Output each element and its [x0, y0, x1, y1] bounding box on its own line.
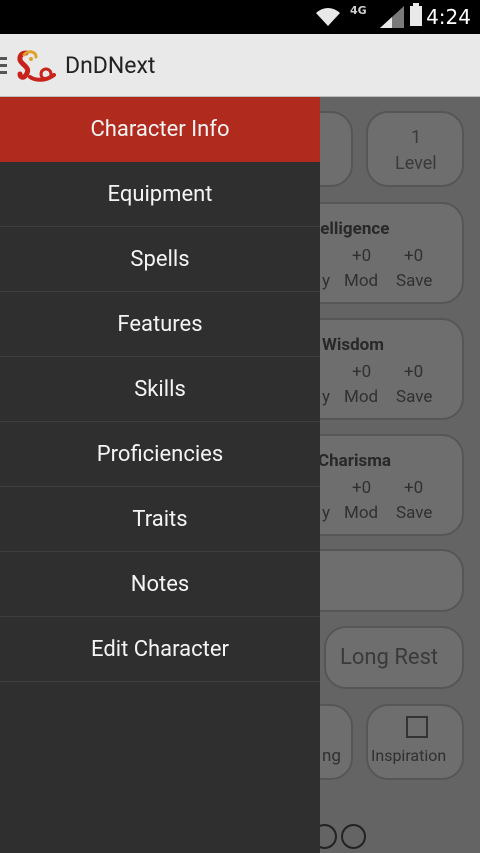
navigation-drawer: Character Info Equipment Spells Features…	[0, 97, 320, 853]
long-rest-label: Long Rest	[340, 645, 439, 670]
long-rest-button[interactable]: Long Rest	[324, 626, 464, 689]
app-title: DnDNext	[65, 52, 156, 79]
stat-save-label: Save	[396, 503, 433, 523]
status-time: 4:24	[426, 5, 471, 29]
drawer-item-features[interactable]: Features	[0, 292, 320, 357]
stat-name: Wisdom	[322, 335, 384, 355]
drawer-item-edit-character[interactable]: Edit Character	[0, 617, 320, 682]
signal-icon	[380, 6, 404, 28]
stat-mod-value: +0	[352, 362, 372, 382]
inspiration-label: Inspiration	[371, 746, 447, 765]
status-bar: 4G 4:24	[0, 0, 480, 34]
stat-save-value: +0	[404, 246, 424, 266]
stat-mod-label: Mod	[344, 387, 379, 407]
battery-icon	[410, 3, 422, 26]
drawer-toggle-icon[interactable]	[0, 57, 7, 78]
stat-save-label: Save	[396, 271, 433, 291]
stat-save-value: +0	[404, 478, 424, 498]
drawer-item-traits[interactable]: Traits	[0, 487, 320, 552]
drawer-item-character-info[interactable]: Character Info	[0, 97, 320, 162]
stat-partial-label: y	[322, 387, 331, 407]
inspiration-toggle[interactable]: Inspiration	[366, 704, 464, 780]
stat-mod-label: Mod	[344, 271, 379, 291]
app-logo-icon	[17, 50, 56, 82]
network-type-label: 4G	[350, 4, 367, 17]
stat-mod-value: +0	[352, 478, 372, 498]
stat-save-value: +0	[404, 362, 424, 382]
stat-mod-label: Mod	[344, 503, 379, 523]
death-save-circle[interactable]	[341, 824, 366, 849]
level-value: 1	[411, 127, 422, 148]
level-card[interactable]: 1 Level	[366, 111, 464, 187]
wifi-icon	[316, 8, 340, 26]
partial-button-label: ng	[322, 746, 341, 766]
stat-save-label: Save	[396, 387, 433, 407]
drawer-item-notes[interactable]: Notes	[0, 552, 320, 617]
inspiration-checkbox[interactable]	[406, 716, 428, 738]
stat-partial-label: y	[322, 503, 331, 523]
drawer-item-spells[interactable]: Spells	[0, 227, 320, 292]
drawer-item-skills[interactable]: Skills	[0, 357, 320, 422]
stat-partial-label: y	[322, 271, 331, 291]
level-label: Level	[395, 153, 437, 174]
drawer-item-proficiencies[interactable]: Proficiencies	[0, 422, 320, 487]
stat-name: Charisma	[318, 451, 392, 471]
drawer-item-equipment[interactable]: Equipment	[0, 162, 320, 227]
action-bar: DnDNext	[0, 34, 480, 97]
stat-mod-value: +0	[352, 246, 372, 266]
